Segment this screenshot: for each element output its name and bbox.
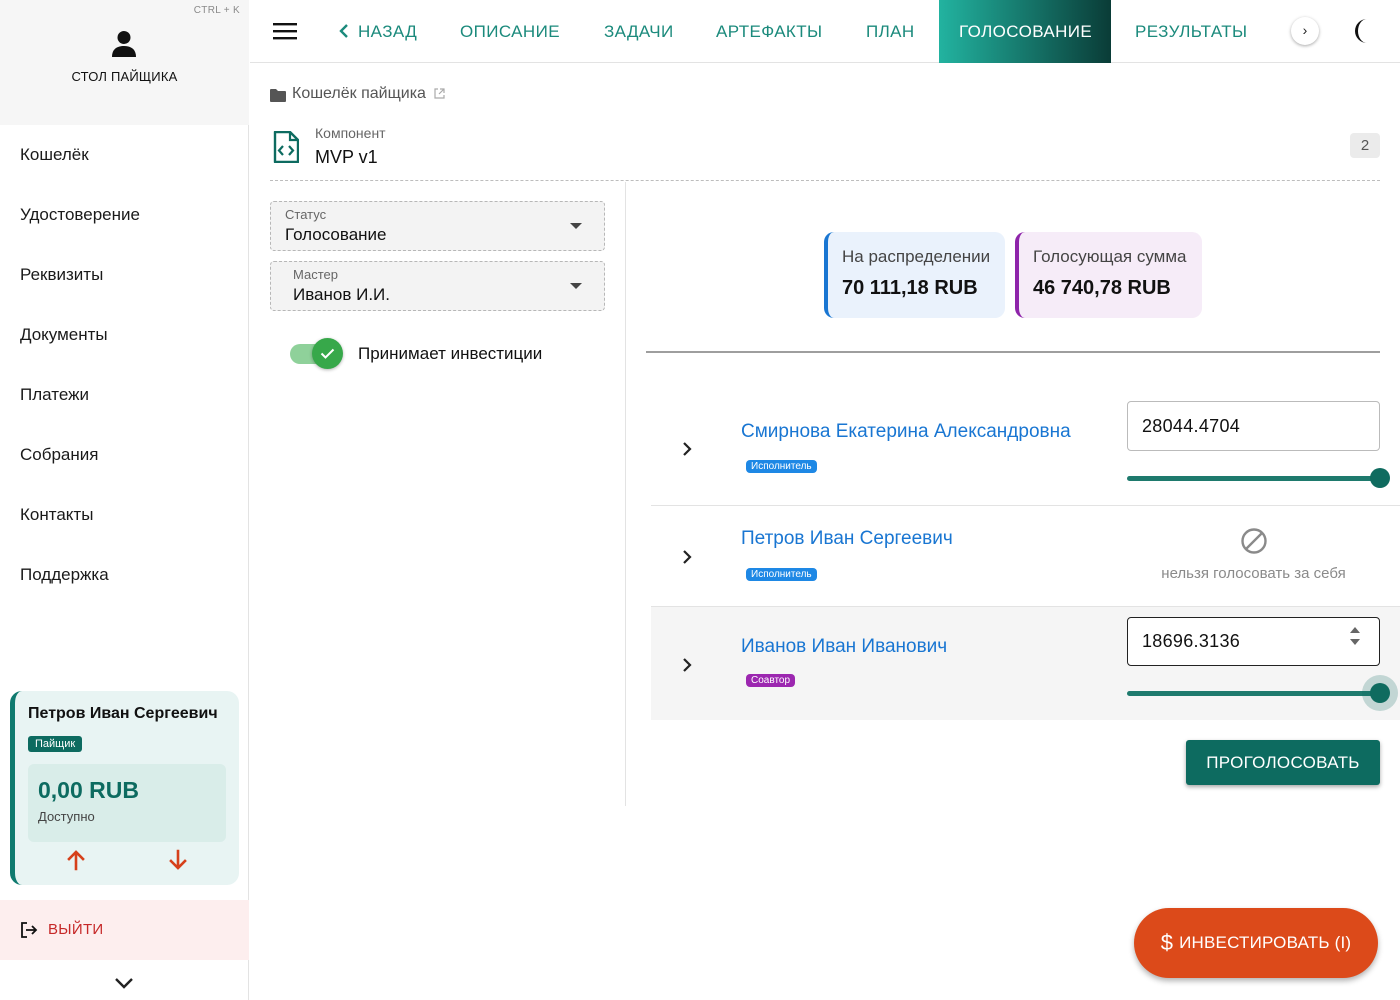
participant-name[interactable]: Смирнова Екатерина Александровна xyxy=(741,421,1071,443)
role-badge: Пайщик xyxy=(28,736,83,752)
arrow-down-icon[interactable] xyxy=(167,849,189,871)
wallet-balance-label: Доступно xyxy=(38,809,95,824)
toggle-knob xyxy=(312,338,343,369)
master-select-label: Мастер xyxy=(293,267,338,282)
participant-name[interactable]: Иванов Иван Иванович xyxy=(741,636,947,658)
tab-artifacts[interactable]: АРТЕФАКТЫ xyxy=(716,0,822,63)
wallet-balance-box: 0,00 RUB Доступно xyxy=(28,764,226,842)
logout-button[interactable]: ВЫЙТИ xyxy=(0,900,249,960)
vote-amount-slider[interactable] xyxy=(1127,468,1390,488)
wallet-owner-name: Петров Иван Сергеевич xyxy=(28,705,218,722)
tab-tasks[interactable]: ЗАДАЧИ xyxy=(604,0,674,63)
component-settings-panel: Статус Голосование Мастер Иванов И.И. Пр… xyxy=(270,182,626,806)
slider-thumb[interactable] xyxy=(1370,683,1390,703)
sidebar-title: СТОЛ ПАЙЩИКА xyxy=(71,69,178,84)
sidebar-item-contacts[interactable]: Контакты xyxy=(0,485,249,545)
hotkey-hint: CTRL + K xyxy=(193,5,240,16)
sidebar-nav: Кошелёк Удостоверение Реквизиты Документ… xyxy=(0,125,249,605)
vote-row: Петров Иван Сергеевич Исполнитель нельзя… xyxy=(651,506,1400,607)
chevron-left-icon xyxy=(339,24,348,38)
sidebar-item-support[interactable]: Поддержка xyxy=(0,545,249,605)
dropdown-arrow-icon xyxy=(570,283,582,289)
chevron-down-icon[interactable] xyxy=(113,975,135,991)
chevron-right-icon[interactable] xyxy=(681,550,693,564)
vote-row: Иванов Иван Иванович Соавтор xyxy=(651,607,1400,720)
user-icon xyxy=(112,31,136,57)
tab-back[interactable]: НАЗАД xyxy=(338,0,417,63)
vote-amount-input[interactable] xyxy=(1127,617,1380,666)
accepts-investments-label: Принимает инвестиции xyxy=(358,344,543,363)
sidebar-item-payments[interactable]: Платежи xyxy=(0,365,249,425)
wallet-balance: 0,00 RUB xyxy=(38,777,139,803)
sidebar-item-certificate[interactable]: Удостоверение xyxy=(0,185,249,245)
distribution-label: На распределении xyxy=(842,247,991,266)
tab-plan[interactable]: ПЛАН xyxy=(866,0,915,63)
component-label: Компонент xyxy=(315,125,386,141)
self-vote-disabled-text: нельзя голосовать за себя xyxy=(1161,565,1346,582)
dropdown-arrow-icon xyxy=(570,223,582,229)
tabs-scroll-right-button[interactable]: › xyxy=(1291,17,1319,45)
voting-sum-stat-card: Голосующая сумма 46 740,78 RUB xyxy=(1015,232,1202,318)
logout-label: ВЫЙТИ xyxy=(48,921,104,938)
sidebar-item-wallet[interactable]: Кошелёк xyxy=(0,125,249,185)
distribution-value: 70 111,18 RUB xyxy=(842,277,978,299)
vote-row: Смирнова Екатерина Александровна Исполни… xyxy=(651,400,1400,506)
component-count-badge: 2 xyxy=(1350,133,1380,158)
arrow-up-icon[interactable] xyxy=(65,849,87,871)
top-bar: НАЗАД ОПИСАНИЕ ЗАДАЧИ АРТЕФАКТЫ ПЛАН ГОЛ… xyxy=(250,0,1400,63)
external-link-icon xyxy=(434,88,445,99)
voting-sum-label: Голосующая сумма xyxy=(1033,247,1187,266)
wallet-card: Петров Иван Сергеевич Пайщик 0,00 RUB До… xyxy=(10,691,239,885)
stats-divider xyxy=(646,351,1380,353)
sidebar-item-requisites[interactable]: Реквизиты xyxy=(0,245,249,305)
status-select-value: Голосование xyxy=(285,225,387,244)
accepts-investments-toggle[interactable] xyxy=(288,338,343,370)
invest-button[interactable]: $ ИНВЕСТИРОВАТЬ (I) xyxy=(1134,908,1378,978)
participant-name[interactable]: Петров Иван Сергеевич xyxy=(741,528,953,550)
dark-mode-icon[interactable] xyxy=(1353,18,1377,44)
dollar-icon: $ xyxy=(1160,930,1174,955)
sidebar: CTRL + K СТОЛ ПАЙЩИКА Кошелёк Удостовере… xyxy=(0,0,249,1000)
participant-role-badge: Исполнитель xyxy=(746,568,817,581)
block-icon xyxy=(1241,528,1267,554)
component-title: MVP v1 xyxy=(315,147,378,167)
slider-track xyxy=(1127,691,1380,696)
vote-amount-input[interactable] xyxy=(1127,401,1380,451)
sidebar-item-meetings[interactable]: Собрания xyxy=(0,425,249,485)
code-file-icon xyxy=(273,131,299,163)
vote-button[interactable]: ПРОГОЛОСОВАТЬ xyxy=(1186,740,1380,785)
sidebar-item-documents[interactable]: Документы xyxy=(0,305,249,365)
tab-voting[interactable]: ГОЛОСОВАНИЕ xyxy=(939,0,1111,63)
master-select-value: Иванов И.И. xyxy=(293,285,390,304)
status-select[interactable]: Статус Голосование xyxy=(270,201,605,251)
slider-thumb[interactable] xyxy=(1370,468,1390,488)
component-header: Компонент MVP v1 2 xyxy=(270,120,1380,181)
app-root: CTRL + K СТОЛ ПАЙЩИКА Кошелёк Удостовере… xyxy=(0,0,1400,1000)
tab-results[interactable]: РЕЗУЛЬТАТЫ xyxy=(1135,0,1248,63)
logout-icon xyxy=(21,922,38,938)
chevron-right-icon[interactable] xyxy=(681,658,693,672)
folder-icon xyxy=(270,89,286,102)
distribution-stat-card: На распределении 70 111,18 RUB xyxy=(824,232,1005,318)
invest-button-label: ИНВЕСТИРОВАТЬ (I) xyxy=(1179,933,1352,952)
voting-sum-value: 46 740,78 RUB xyxy=(1033,277,1171,299)
chevron-right-icon[interactable] xyxy=(681,442,693,456)
tab-back-label: НАЗАД xyxy=(358,22,418,41)
participant-role-badge: Исполнитель xyxy=(746,460,817,473)
participant-role-badge: Соавтор xyxy=(746,674,796,687)
tab-description[interactable]: ОПИСАНИЕ xyxy=(460,0,560,63)
menu-icon[interactable] xyxy=(272,19,298,43)
slider-track xyxy=(1127,476,1380,481)
status-select-label: Статус xyxy=(285,207,327,222)
number-stepper-icon[interactable] xyxy=(1349,625,1361,647)
master-select[interactable]: Мастер Иванов И.И. xyxy=(270,261,605,311)
sidebar-header[interactable]: CTRL + K СТОЛ ПАЙЩИКА xyxy=(0,0,249,125)
check-icon xyxy=(320,348,335,359)
breadcrumb-label: Кошелёк пайщика xyxy=(292,85,426,102)
vote-amount-slider[interactable] xyxy=(1127,675,1398,711)
